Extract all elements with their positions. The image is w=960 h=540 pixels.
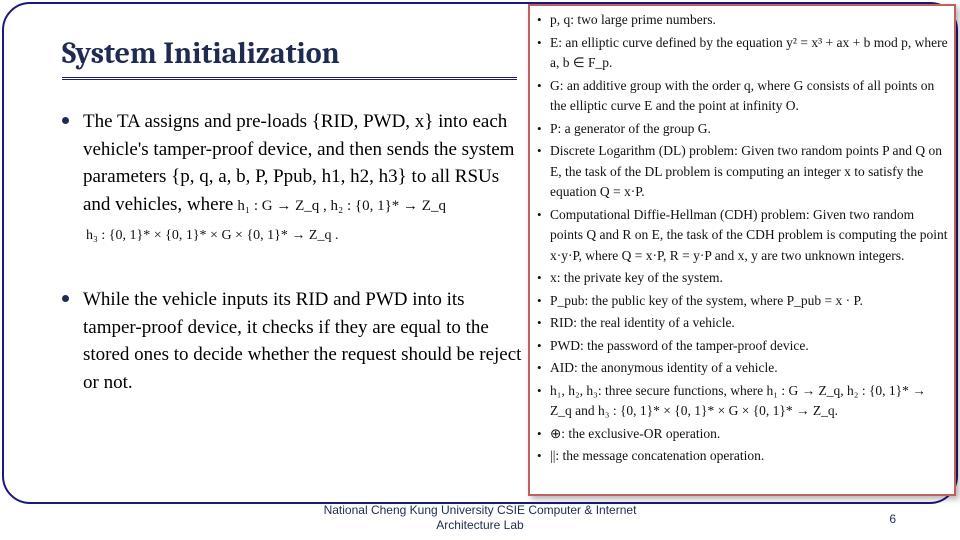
footer-line-2: Architecture Lab [436, 518, 523, 532]
list-item: E: an elliptic curve defined by the equa… [536, 33, 948, 74]
list-item: PWD: the password of the tamper-proof de… [536, 336, 948, 357]
list-item: AID: the anonymous identity of a vehicle… [536, 358, 948, 379]
footer-text: National Cheng Kung University CSIE Comp… [0, 503, 960, 532]
title-underline [62, 77, 517, 80]
math-block: h₃ : {0, 1}* × {0, 1}* × G × {0, 1}* → Z… [86, 228, 522, 244]
list-item: ||: the message concatenation operation. [536, 446, 948, 467]
bullet-body: The TA assigns and pre-loads {RID, PWD, … [83, 108, 522, 218]
list-item: RID: the real identity of a vehicle. [536, 313, 948, 334]
page-title: System Initialization [62, 36, 522, 71]
list-item: Discrete Logarithm (DL) problem: Given t… [536, 141, 948, 203]
list-item: h₁, h₂, h₃: three secure functions, wher… [536, 381, 948, 422]
list-item: ⊕: the exclusive-OR operation. [536, 424, 948, 445]
bullet-item: The TA assigns and pre-loads {RID, PWD, … [62, 108, 522, 218]
page-number: 6 [889, 512, 896, 526]
list-item: G: an additive group with the order q, w… [536, 76, 948, 117]
bullet-text: While the vehicle inputs its RID and PWD… [83, 286, 522, 396]
notation-panel: p, q: two large prime numbers. E: an ell… [528, 4, 956, 496]
list-item: Computational Diffie-Hellman (CDH) probl… [536, 205, 948, 267]
list-item: P_pub: the public key of the system, whe… [536, 291, 948, 312]
list-item: x: the private key of the system. [536, 268, 948, 289]
notation-list: p, q: two large prime numbers. E: an ell… [536, 10, 948, 467]
bullet-dot-icon [62, 295, 69, 302]
bullet-item: While the vehicle inputs its RID and PWD… [62, 286, 522, 396]
main-content: System Initialization The TA assigns and… [62, 36, 522, 406]
math-inline: h₁ : G → Z_q , h₂ : {0, 1}* → Z_q [237, 198, 446, 214]
list-item: P: a generator of the group G. [536, 119, 948, 140]
bullet-dot-icon [62, 117, 69, 124]
footer-line-1: National Cheng Kung University CSIE Comp… [324, 503, 637, 517]
list-item: p, q: two large prime numbers. [536, 10, 948, 31]
